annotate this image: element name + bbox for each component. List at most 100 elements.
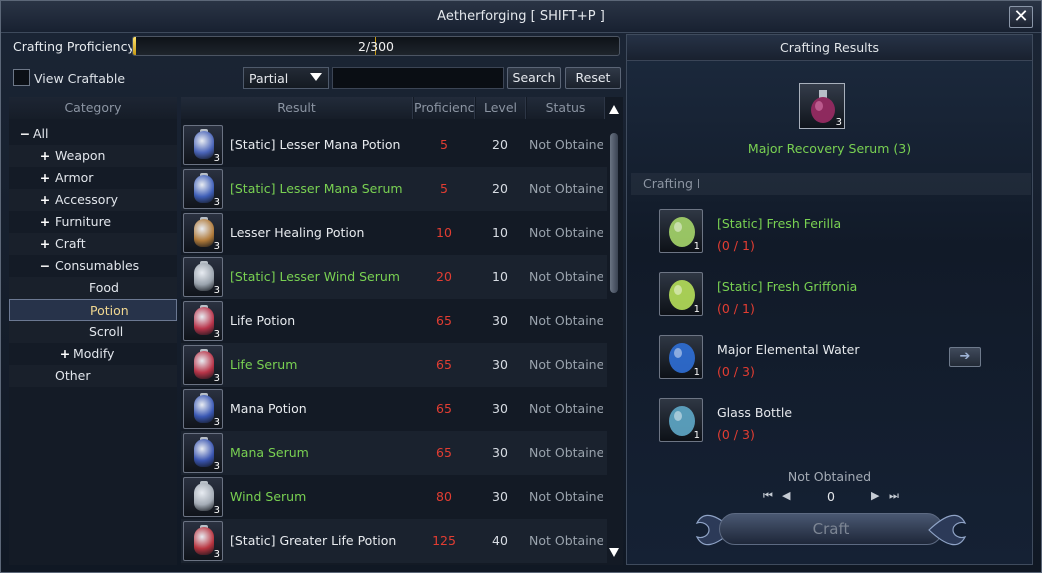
title-bar[interactable]: Aetherforging [ SHIFT+P ] ✕: [1, 1, 1041, 33]
result-list-panel: Result Proficiency Level Status 3 [Static…: [181, 97, 623, 565]
match-mode-dropdown[interactable]: Partial: [243, 67, 329, 89]
dragon-ornament-right: [928, 514, 967, 546]
obtain-status: Not Obtained: [529, 401, 603, 416]
category-item-furniture[interactable]: + Furniture: [9, 211, 177, 233]
material-slot[interactable]: 1: [659, 209, 703, 253]
category-item-all[interactable]: − All: [9, 123, 177, 145]
collapse-icon[interactable]: −: [19, 123, 31, 145]
material-count: (0 / 1): [717, 238, 755, 253]
material-name: [Static] Fresh Griffonia: [717, 279, 858, 294]
material-slot[interactable]: 1: [659, 398, 703, 442]
table-row[interactable]: 3 Mana Serum 65 30 Not Obtained: [181, 431, 607, 475]
result-name: Life Serum: [230, 357, 298, 372]
expand-icon[interactable]: +: [39, 167, 51, 189]
item-quantity: 3: [213, 285, 220, 296]
expand-icon[interactable]: +: [39, 211, 51, 233]
required-level: 20: [492, 181, 508, 196]
table-row[interactable]: 3 Life Serum 65 30 Not Obtained: [181, 343, 607, 387]
craft-count-value[interactable]: 0: [823, 489, 839, 504]
table-row[interactable]: 3 Lesser Healing Potion 10 10 Not Obtained: [181, 211, 607, 255]
category-item-other[interactable]: Other: [9, 365, 177, 387]
potion-slot: 3: [183, 257, 223, 297]
item-quantity: 3: [213, 417, 220, 428]
table-row[interactable]: 3 [Static] Greater Life Potion 125 40 Not Ob…: [181, 519, 607, 563]
category-item-armor[interactable]: + Armor: [9, 167, 177, 189]
category-item-accessory[interactable]: + Accessory: [9, 189, 177, 211]
category-item-modify[interactable]: + Modify: [9, 343, 177, 365]
material-slot[interactable]: 1: [659, 335, 703, 379]
scroll-thumb[interactable]: [610, 133, 618, 293]
category-item-label: All: [33, 126, 49, 141]
chevron-down-icon: [310, 73, 322, 81]
table-row[interactable]: 3 [Static] Lesser Mana Potion 5 20 Not Obtai…: [181, 123, 607, 167]
expand-icon[interactable]: +: [39, 189, 51, 211]
material-name: [Static] Fresh Ferilla: [717, 216, 842, 231]
aetherforging-window: Aetherforging [ SHIFT+P ] ✕ Crafting Pro…: [0, 0, 1042, 573]
result-item-name: Major Recovery Serum (3): [747, 141, 912, 156]
table-row[interactable]: 3 Mana Potion 65 30 Not Obtained: [181, 387, 607, 431]
potion-slot: 3: [183, 301, 223, 341]
material-source-button[interactable]: ➔: [949, 347, 981, 367]
expand-icon[interactable]: +: [39, 233, 51, 255]
column-header-result[interactable]: Result: [181, 97, 413, 119]
category-item-label: Potion: [90, 303, 129, 318]
category-item-consumables[interactable]: − Consumables: [9, 255, 177, 277]
potion-slot: 3: [183, 169, 223, 209]
item-quantity: 3: [213, 461, 220, 472]
table-row[interactable]: 3 [Static] Lesser Wind Serum 20 10 Not Obtai…: [181, 255, 607, 299]
first-page-icon[interactable]: ⏮: [763, 489, 773, 503]
search-button[interactable]: Search: [507, 67, 561, 89]
result-item-quantity: 3: [835, 117, 842, 128]
potion-icon: [194, 395, 214, 423]
category-item-scroll[interactable]: Scroll: [9, 321, 177, 343]
column-header-level[interactable]: Level: [476, 97, 526, 119]
category-item-label: Furniture: [55, 214, 112, 229]
category-item-food[interactable]: Food: [9, 277, 177, 299]
category-item-label: Other: [55, 368, 91, 383]
proficiency-bar: 2/300: [132, 36, 620, 56]
material-slot[interactable]: 1: [659, 272, 703, 316]
category-item-label: Accessory: [55, 192, 118, 207]
table-row[interactable]: 3 Wind Serum 80 30 Not Obtained: [181, 475, 607, 519]
search-input[interactable]: [332, 67, 504, 89]
expand-icon[interactable]: +: [39, 145, 51, 167]
item-quantity: 3: [213, 505, 220, 516]
last-page-icon[interactable]: ⏭: [889, 489, 899, 503]
category-item-potion[interactable]: Potion: [9, 299, 177, 321]
category-panel: Category − All + Weapon + Armor + Accessory + Fur…: [9, 97, 177, 565]
item-quantity: 3: [213, 373, 220, 384]
expand-icon[interactable]: +: [59, 343, 71, 365]
increase-icon[interactable]: ▶: [871, 489, 879, 502]
category-item-label: Craft: [55, 236, 86, 251]
close-button[interactable]: ✕: [1009, 6, 1033, 28]
category-item-label: Modify: [73, 346, 115, 361]
result-item-slot[interactable]: 3: [799, 83, 845, 129]
materials-header: Crafting Materials: [631, 173, 1031, 195]
category-item-weapon[interactable]: + Weapon: [9, 145, 177, 167]
required-level: 30: [492, 445, 508, 460]
column-header-status[interactable]: Status: [527, 97, 605, 119]
obtain-status: Not Obtained: [529, 181, 603, 196]
obtain-status: Not Obtained: [529, 445, 603, 460]
collapse-icon[interactable]: −: [39, 255, 51, 277]
proficiency-text: 2/300: [357, 39, 395, 54]
scroll-up-icon[interactable]: [609, 105, 619, 114]
result-name: [Static] Lesser Wind Serum: [230, 269, 400, 284]
obtain-status: Not Obtained: [529, 489, 603, 504]
category-item-craft[interactable]: + Craft: [9, 233, 177, 255]
table-row[interactable]: 3 [Static] Lesser Mana Serum 5 20 Not Obtain…: [181, 167, 607, 211]
potion-icon: [194, 351, 214, 379]
potion-slot: 3: [183, 389, 223, 429]
column-header-proficiency[interactable]: Proficiency: [414, 97, 475, 119]
view-craftable-checkbox[interactable]: [13, 69, 30, 86]
result-name: Mana Potion: [230, 401, 307, 416]
view-craftable-label[interactable]: View Craftable: [34, 71, 125, 86]
reset-button[interactable]: Reset: [565, 67, 621, 89]
table-row[interactable]: 3 Life Potion 65 30 Not Obtained: [181, 299, 607, 343]
scroll-down-icon[interactable]: [609, 548, 619, 557]
result-list-scrollbar[interactable]: [609, 105, 619, 557]
craft-button[interactable]: Craft: [719, 513, 943, 545]
decrease-icon[interactable]: ◀: [782, 489, 790, 502]
obtain-status: Not Obtained: [529, 137, 603, 152]
category-item-label: Weapon: [55, 148, 106, 163]
